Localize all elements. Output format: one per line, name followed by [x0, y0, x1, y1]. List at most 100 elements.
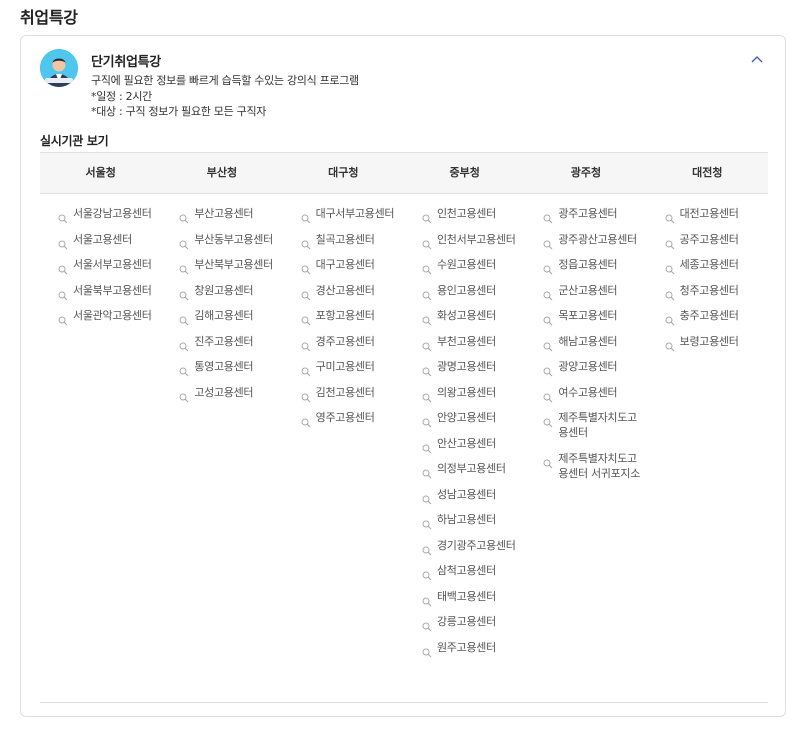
- region-tab[interactable]: 대전청: [647, 153, 768, 193]
- center-link[interactable]: 제주특별자치도고용센터: [543, 410, 643, 440]
- search-icon: [422, 413, 432, 428]
- center-link[interactable]: 삼척고용센터: [422, 563, 522, 581]
- center-link[interactable]: 서울관악고용센터: [58, 308, 158, 326]
- page-title: 취업특강: [20, 8, 78, 27]
- center-link[interactable]: 수원고용센터: [422, 257, 522, 275]
- center-link[interactable]: 광주고용센터: [543, 206, 643, 224]
- center-link[interactable]: 군산고용센터: [543, 283, 643, 300]
- region-tab[interactable]: 중부청: [404, 153, 525, 193]
- center-link[interactable]: 제주특별자치도고용센터 서귀포지소: [543, 451, 643, 481]
- center-name: 충주고용센터: [679, 309, 739, 322]
- center-link[interactable]: 서울강남고용센터: [58, 206, 158, 224]
- region-center-list: 서울강남고용센터서울고용센터서울서부고용센터서울북부고용센터서울관악고용센터: [40, 206, 161, 665]
- center-link[interactable]: 서울고용센터: [58, 232, 158, 249]
- center-link[interactable]: 대구서부고용센터: [301, 206, 401, 224]
- center-link[interactable]: 고성고용센터: [179, 385, 279, 402]
- search-icon: [665, 311, 675, 326]
- center-link[interactable]: 칠곡고용센터: [301, 232, 401, 249]
- region-tab[interactable]: 서울청: [40, 153, 161, 193]
- center-link[interactable]: 진주고용센터: [179, 334, 279, 351]
- center-link[interactable]: 대구고용센터: [301, 257, 401, 275]
- search-icon: [543, 235, 553, 249]
- region-tab[interactable]: 광주청: [525, 153, 646, 193]
- center-name: 안산고용센터: [436, 436, 496, 450]
- center-name: 화성고용센터: [436, 309, 496, 322]
- center-link[interactable]: 통영고용센터: [179, 359, 279, 377]
- center-name: 창원고용센터: [194, 283, 254, 297]
- center-link[interactable]: 보령고용센터: [665, 334, 765, 351]
- center-link[interactable]: 포항고용센터: [301, 308, 401, 326]
- center-link[interactable]: 경기광주고용센터: [422, 538, 522, 555]
- region-header: 서울청 부산청 대구청 중부청 광주청 대전청: [40, 152, 768, 194]
- center-name: 군산고용센터: [558, 283, 618, 297]
- search-icon: [179, 209, 189, 224]
- search-icon: [422, 209, 432, 224]
- center-link[interactable]: 하남고용센터: [422, 512, 522, 530]
- center-link[interactable]: 원주고용센터: [422, 640, 522, 657]
- center-link[interactable]: 인천서부고용센터: [422, 232, 522, 249]
- search-icon: [301, 311, 311, 326]
- center-name: 서울강남고용센터: [73, 207, 152, 220]
- center-link[interactable]: 부천고용센터: [422, 334, 522, 351]
- center-name: 수원고용센터: [436, 258, 496, 271]
- region-center-list: 인천고용센터인천서부고용센터수원고용센터용인고용센터화성고용센터부천고용센터광명…: [404, 206, 525, 665]
- center-link[interactable]: 김해고용센터: [179, 308, 279, 326]
- center-link[interactable]: 김천고용센터: [301, 385, 401, 402]
- center-link[interactable]: 광주광산고용센터: [543, 232, 643, 249]
- center-link[interactable]: 여수고용센터: [543, 385, 643, 402]
- center-name: 경산고용센터: [315, 283, 375, 297]
- search-icon: [301, 362, 311, 377]
- center-link[interactable]: 경산고용센터: [301, 283, 401, 300]
- center-name: 포항고용센터: [315, 309, 375, 322]
- search-icon: [543, 413, 553, 428]
- center-link[interactable]: 공주고용센터: [665, 232, 765, 249]
- center-link[interactable]: 구미고용센터: [301, 359, 401, 377]
- center-link[interactable]: 대전고용센터: [665, 206, 765, 224]
- center-link[interactable]: 용인고용센터: [422, 283, 522, 300]
- region-tab[interactable]: 대구청: [283, 153, 404, 193]
- center-link[interactable]: 안산고용센터: [422, 436, 522, 453]
- search-icon: [422, 566, 432, 581]
- search-icon: [422, 286, 432, 300]
- center-link[interactable]: 창원고용센터: [179, 283, 279, 300]
- center-link[interactable]: 서울서부고용센터: [58, 257, 158, 275]
- search-icon: [301, 260, 311, 275]
- center-link[interactable]: 의왕고용센터: [422, 385, 522, 402]
- center-columns: 서울강남고용센터서울고용센터서울서부고용센터서울북부고용센터서울관악고용센터 부산…: [40, 206, 768, 665]
- center-link[interactable]: 태백고용센터: [422, 589, 522, 606]
- center-link[interactable]: 경주고용센터: [301, 334, 401, 351]
- center-link[interactable]: 의정부고용센터: [422, 461, 522, 479]
- center-link[interactable]: 부산동부고용센터: [179, 232, 279, 249]
- center-link[interactable]: 부산북부고용센터: [179, 257, 279, 275]
- center-link[interactable]: 화성고용센터: [422, 308, 522, 326]
- center-link[interactable]: 영주고용센터: [301, 410, 401, 428]
- center-name: 원주고용센터: [436, 640, 496, 654]
- search-icon: [543, 209, 553, 224]
- search-icon: [301, 286, 311, 300]
- center-link[interactable]: 강릉고용센터: [422, 614, 522, 632]
- center-link[interactable]: 충주고용센터: [665, 308, 765, 326]
- center-link[interactable]: 해남고용센터: [543, 334, 643, 351]
- center-link[interactable]: 세종고용센터: [665, 257, 765, 275]
- search-icon: [665, 337, 675, 351]
- center-link[interactable]: 광양고용센터: [543, 359, 643, 377]
- center-name: 인천고용센터: [436, 207, 496, 220]
- center-link[interactable]: 정읍고용센터: [543, 257, 643, 275]
- center-link[interactable]: 청주고용센터: [665, 283, 765, 300]
- search-icon: [422, 235, 432, 249]
- collapse-button[interactable]: [749, 52, 765, 66]
- center-link[interactable]: 목포고용센터: [543, 308, 643, 326]
- center-link[interactable]: 광명고용센터: [422, 359, 522, 377]
- center-link[interactable]: 서울북부고용센터: [58, 283, 158, 300]
- center-name: 삼척고용센터: [436, 564, 496, 577]
- region-center-list: 광주고용센터광주광산고용센터정읍고용센터군산고용센터목포고용센터해남고용센터광양…: [525, 206, 646, 665]
- center-link[interactable]: 부산고용센터: [179, 206, 279, 224]
- program-schedule: *일정 : 2시간: [91, 90, 152, 103]
- center-link[interactable]: 안양고용센터: [422, 410, 522, 428]
- search-icon: [301, 413, 311, 428]
- center-name: 경기광주고용센터: [436, 538, 516, 552]
- center-link[interactable]: 인천고용센터: [422, 206, 522, 224]
- center-link[interactable]: 성남고용센터: [422, 487, 522, 504]
- region-tab[interactable]: 부산청: [161, 153, 282, 193]
- search-icon: [179, 311, 189, 326]
